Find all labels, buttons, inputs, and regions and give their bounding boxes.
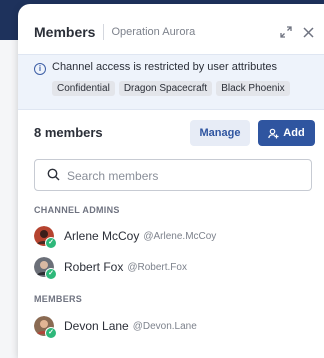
member-row[interactable]: ✓ Arlene McCoy @Arlene.McCoy (34, 223, 216, 249)
panel-header: Members Operation Aurora (34, 20, 324, 44)
attribute-tag: Dragon Spacecraft (118, 81, 213, 96)
member-count: 8 members (34, 125, 103, 140)
member-name: Robert Fox (64, 260, 124, 274)
avatar: ✓ (34, 226, 57, 249)
close-icon[interactable] (298, 20, 318, 44)
member-handle: @Robert.Fox (127, 261, 187, 273)
member-handle: @Arlene.McCoy (143, 230, 217, 242)
restriction-banner: i Channel access is restricted by user a… (18, 54, 324, 110)
avatar: ✓ (34, 257, 57, 280)
member-name: Arlene McCoy (64, 229, 140, 243)
restriction-text: Channel access is restricted by user att… (52, 61, 277, 73)
attribute-tag: Black Phoenix (216, 81, 290, 96)
member-row[interactable]: ✓ Devon Lane @Devon.Lane (34, 313, 197, 339)
avatar: ✓ (34, 316, 57, 339)
section-header-admins: CHANNEL ADMINS (34, 205, 120, 215)
search-input[interactable] (65, 160, 299, 192)
manage-button[interactable]: Manage (190, 120, 250, 146)
members-panel: Members Operation Aurora i Channel acces… (18, 4, 324, 358)
section-header-members: MEMBERS (34, 294, 83, 304)
panel-title: Members (34, 24, 96, 40)
add-button[interactable]: Add (258, 120, 315, 146)
search-icon (47, 168, 60, 181)
expand-icon[interactable] (276, 20, 296, 44)
online-check-icon: ✓ (45, 327, 57, 339)
add-button-label: Add (283, 127, 305, 139)
online-check-icon: ✓ (45, 237, 57, 249)
attribute-tags: Confidential Dragon Spacecraft Black Pho… (52, 81, 290, 96)
add-user-icon (268, 128, 279, 138)
title-divider (103, 24, 105, 40)
channel-name: Operation Aurora (111, 26, 196, 38)
member-name: Devon Lane (64, 319, 129, 333)
search-field[interactable] (34, 159, 312, 192)
member-row[interactable]: ✓ Robert Fox @Robert.Fox (34, 254, 187, 280)
member-handle: @Devon.Lane (132, 320, 197, 332)
attribute-tag: Confidential (52, 81, 115, 96)
online-check-icon: ✓ (45, 268, 57, 280)
info-icon: i (34, 63, 46, 75)
